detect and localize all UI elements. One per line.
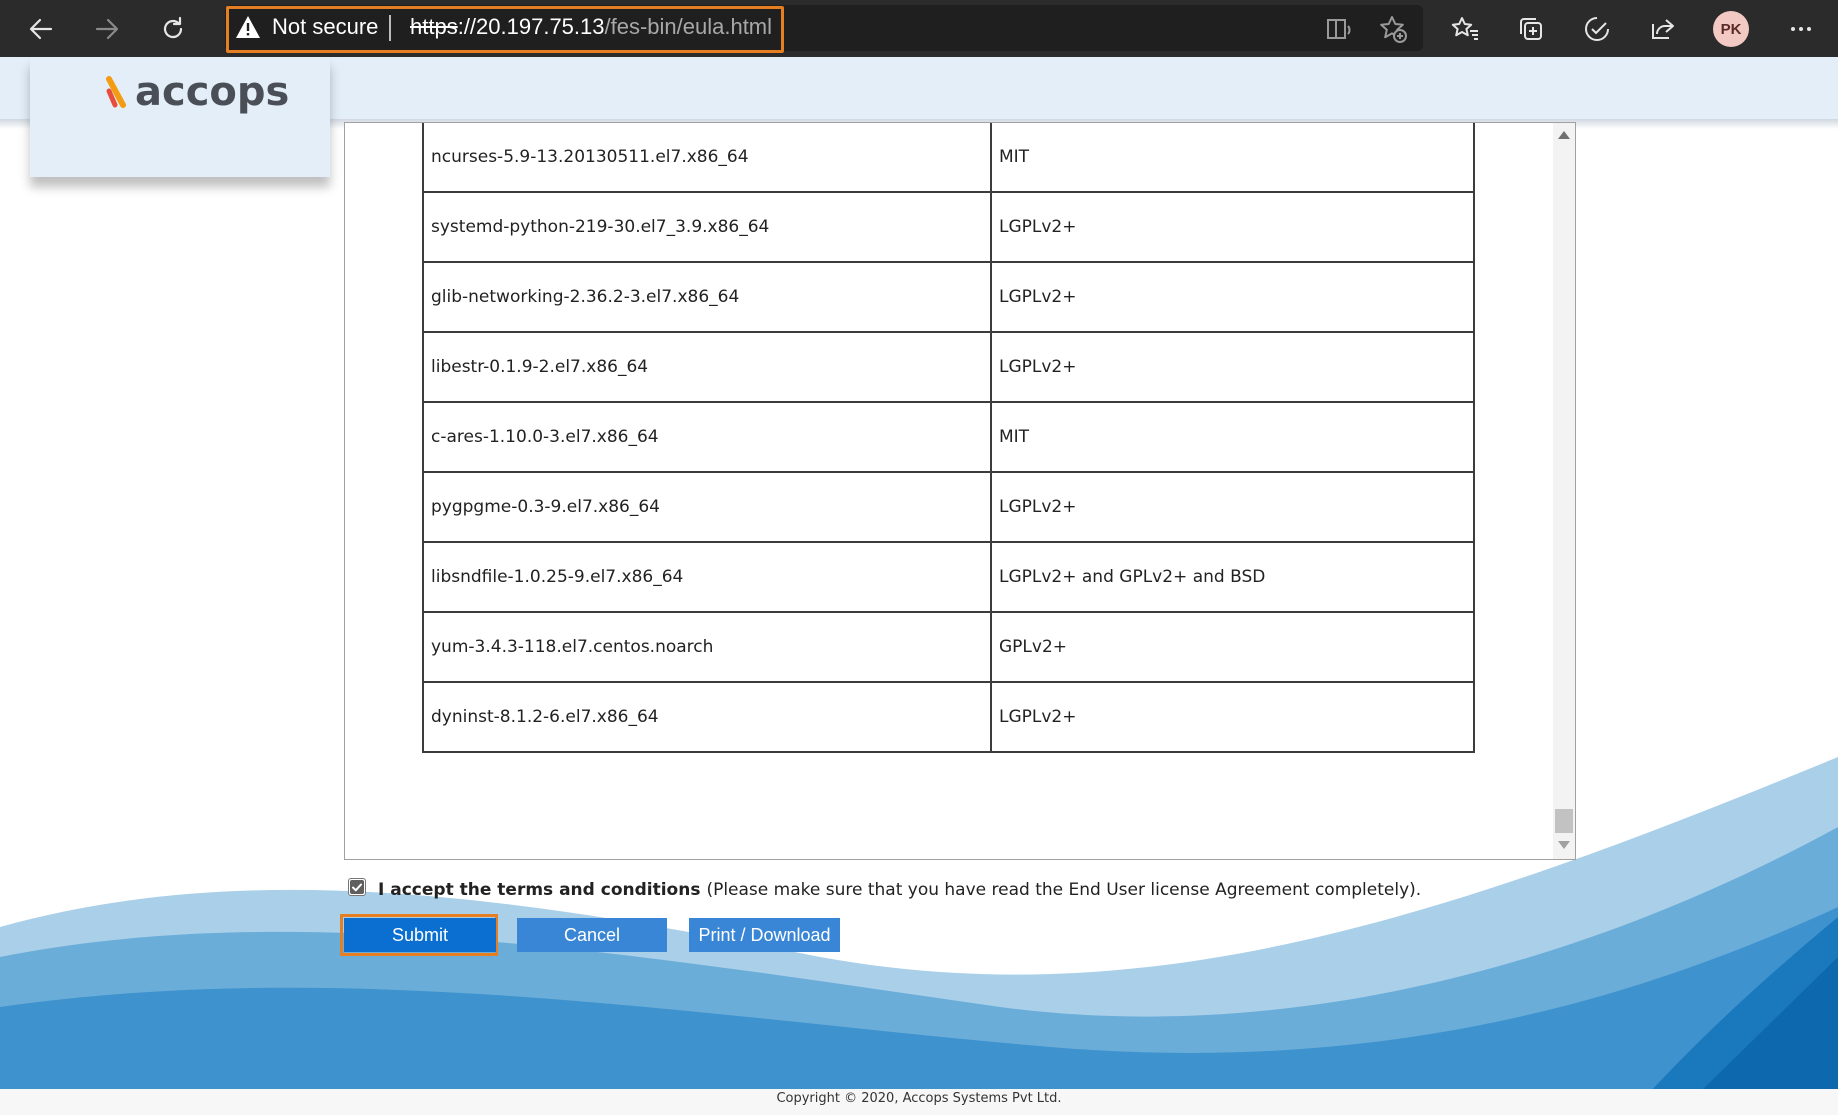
read-aloud-button[interactable]: [1322, 12, 1356, 46]
arrow-left-icon: [29, 18, 53, 40]
package-name: c-ares-1.10.0-3.el7.x86_64: [422, 401, 992, 473]
package-name: yum-3.4.3-118.el7.centos.noarch: [422, 611, 992, 683]
add-favorite-button[interactable]: [1376, 12, 1410, 46]
refresh-icon: [163, 16, 183, 39]
table-row: systemd-python-219-30.el7_3.9.x86_64 LGPL…: [422, 191, 1475, 263]
reload-button[interactable]: [151, 7, 195, 51]
license-name: LGPLv2+: [990, 261, 1475, 333]
accops-mark-icon: [106, 76, 126, 108]
copyright-text: Copyright © 2020, Accops Systems Pvt Ltd…: [776, 1091, 1062, 1106]
table-row: libsndfile-1.0.25-9.el7.x86_64 LGPLv2+ an…: [422, 541, 1475, 613]
accept-terms-row: I accept the terms and conditions (Pleas…: [348, 878, 1422, 900]
license-name: LGPLv2+ and GPLv2+ and BSD: [990, 541, 1475, 613]
warning-icon: [236, 16, 260, 38]
table-row: libestr-0.1.9-2.el7.x86_64 LGPLv2+: [422, 331, 1475, 403]
package-name: libsndfile-1.0.25-9.el7.x86_64: [422, 541, 992, 613]
accept-terms-note: (Please make sure that you have read the…: [706, 880, 1422, 900]
profile-avatar[interactable]: PK: [1713, 11, 1749, 47]
collections-button[interactable]: [1514, 12, 1548, 46]
read-aloud-icon: [1327, 19, 1351, 39]
url-host: ://20.197.75.13: [457, 14, 605, 39]
browser-essentials-button[interactable]: [1580, 12, 1614, 46]
package-name: systemd-python-219-30.el7_3.9.x86_64: [422, 191, 992, 263]
share-icon: [1652, 19, 1674, 39]
table-row: yum-3.4.3-118.el7.centos.noarch GPLv2+: [422, 611, 1475, 683]
favorites-icon: [1451, 17, 1478, 40]
checkmark-icon: [350, 880, 364, 894]
table-row: c-ares-1.10.0-3.el7.x86_64 MIT: [422, 401, 1475, 473]
scroll-thumb[interactable]: [1555, 809, 1573, 833]
license-name: MIT: [990, 401, 1475, 473]
security-label[interactable]: Not secure: [272, 14, 378, 40]
essentials-icon: [1585, 17, 1609, 41]
brand-logo: accops: [105, 69, 289, 115]
url-text[interactable]: https://20.197.75.13/fes-bin/eula.html: [410, 14, 772, 40]
url-scheme: https: [410, 14, 458, 39]
print-download-button[interactable]: Print / Download: [689, 918, 840, 952]
star-add-icon: [1380, 16, 1407, 43]
collections-icon: [1520, 18, 1542, 40]
scroll-down-arrow-icon[interactable]: [1558, 841, 1570, 849]
eula-frame[interactable]: ncurses-5.9-13.20130511.el7.x86_64 MIT sy…: [344, 122, 1576, 860]
back-button[interactable]: [19, 7, 63, 51]
package-name: libestr-0.1.9-2.el7.x86_64: [422, 331, 992, 403]
table-row: glib-networking-2.36.2-3.el7.x86_64 LGPLv…: [422, 261, 1475, 333]
license-name: LGPLv2+: [990, 331, 1475, 403]
table-row: ncurses-5.9-13.20130511.el7.x86_64 MIT: [422, 123, 1475, 193]
license-name: LGPLv2+: [990, 471, 1475, 543]
license-name: LGPLv2+: [990, 681, 1475, 753]
address-divider: [389, 15, 391, 41]
package-name: glib-networking-2.36.2-3.el7.x86_64: [422, 261, 992, 333]
scroll-up-arrow-icon[interactable]: [1558, 131, 1570, 139]
logo-text: accops: [135, 69, 290, 115]
more-icon: [1791, 27, 1811, 31]
vertical-scrollbar[interactable]: [1553, 123, 1575, 859]
package-name: pygpgme-0.3-9.el7.x86_64: [422, 471, 992, 543]
table-row: pygpgme-0.3-9.el7.x86_64 LGPLv2+: [422, 471, 1475, 543]
submit-button[interactable]: Submit: [344, 918, 496, 952]
accept-terms-label[interactable]: I accept the terms and conditions: [378, 880, 700, 900]
license-table: ncurses-5.9-13.20130511.el7.x86_64 MIT sy…: [422, 123, 1475, 753]
settings-menu-button[interactable]: [1784, 12, 1818, 46]
url-path: /fes-bin/eula.html: [604, 14, 773, 39]
package-name: dyninst-8.1.2-6.el7.x86_64: [422, 681, 992, 753]
license-name: MIT: [990, 123, 1475, 193]
forward-button[interactable]: [85, 7, 129, 51]
accept-terms-checkbox[interactable]: [348, 878, 366, 896]
table-row: dyninst-8.1.2-6.el7.x86_64 LGPLv2+: [422, 681, 1475, 753]
favorites-button[interactable]: [1448, 12, 1482, 46]
share-button[interactable]: [1646, 12, 1680, 46]
package-name: ncurses-5.9-13.20130511.el7.x86_64: [422, 123, 992, 193]
license-name: LGPLv2+: [990, 191, 1475, 263]
cancel-button[interactable]: Cancel: [517, 918, 667, 952]
browser-toolbar: Not secure https://20.197.75.13/fes-bin/…: [0, 0, 1838, 57]
arrow-right-icon: [95, 18, 119, 40]
license-name: GPLv2+: [990, 611, 1475, 683]
